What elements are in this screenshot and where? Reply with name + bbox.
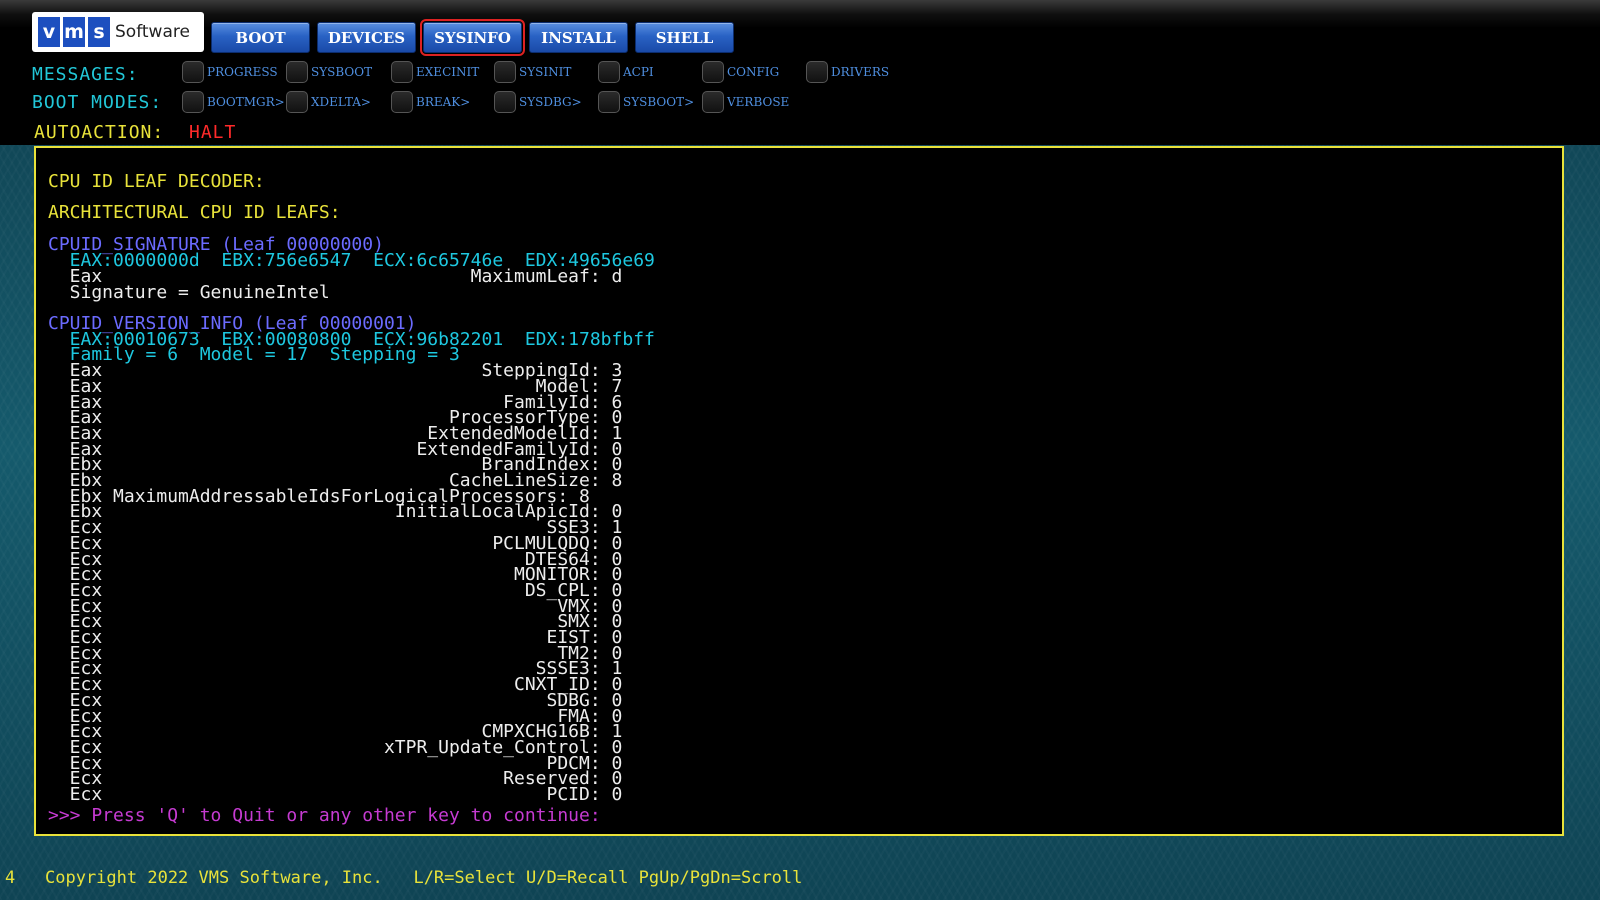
checkbox-box[interactable] — [702, 91, 724, 113]
checkbox-label: ACPI — [623, 65, 654, 79]
checkbox-box[interactable] — [702, 61, 724, 83]
messages-config-checkbox[interactable]: CONFIG — [702, 61, 779, 83]
shell-tab-button[interactable]: SHELL — [635, 22, 734, 53]
install-tab-button[interactable]: INSTALL — [529, 22, 628, 53]
checkbox-box[interactable] — [391, 91, 413, 113]
top-toolbar: v m s Software BOOT DEVICES SYSINFO INST… — [0, 0, 1600, 145]
checkbox-label: CONFIG — [727, 65, 780, 79]
console-line: Ecx PCID: 0 — [48, 784, 623, 805]
sysinfo-tab-button[interactable]: SYSINFO — [420, 19, 525, 56]
vms-software-logo: v m s Software — [32, 12, 204, 52]
logo-letter: s — [88, 17, 110, 47]
bootmode-verbose-checkbox[interactable]: VERBOSE — [702, 91, 789, 113]
messages-label: MESSAGES: — [32, 64, 139, 85]
checkbox-box[interactable] — [391, 61, 413, 83]
console-line: Signature = GenuineIntel — [48, 282, 330, 303]
bootmode-xdelta-checkbox[interactable]: XDELTA> — [286, 91, 371, 113]
logo-letter: v — [38, 17, 60, 47]
bootmode-bootmgr-checkbox[interactable]: BOOTMGR> — [182, 91, 285, 113]
bootmode-sysboot-checkbox[interactable]: SYSBOOT> — [598, 91, 694, 113]
checkbox-label: PROGRESS — [207, 65, 278, 79]
checkbox-box[interactable] — [286, 61, 308, 83]
checkbox-label: VERBOSE — [727, 95, 790, 109]
logo-wordmark: Software — [115, 22, 190, 42]
checkbox-box[interactable] — [598, 61, 620, 83]
autoaction-value[interactable]: HALT — [189, 122, 236, 143]
status-bar-text: Copyright 2022 VMS Software, Inc. L/R=Se… — [45, 868, 803, 888]
checkbox-box[interactable] — [806, 61, 828, 83]
checkbox-box[interactable] — [182, 61, 204, 83]
continue-prompt: >>> Press 'Q' to Quit or any other key t… — [48, 805, 601, 826]
messages-execinit-checkbox[interactable]: EXECINIT — [391, 61, 479, 83]
checkbox-box[interactable] — [182, 91, 204, 113]
logo-letter: m — [63, 17, 85, 47]
checkbox-box[interactable] — [494, 91, 516, 113]
checkbox-label: SYSBOOT> — [623, 95, 695, 109]
boot-modes-label: BOOT MODES: — [32, 92, 163, 113]
checkbox-label: BREAK> — [416, 95, 471, 109]
bootmode-sysdbg-checkbox[interactable]: SYSDBG> — [494, 91, 582, 113]
checkbox-box[interactable] — [598, 91, 620, 113]
messages-sysboot-checkbox[interactable]: SYSBOOT — [286, 61, 372, 83]
checkbox-label: SYSDBG> — [519, 95, 582, 109]
messages-progress-checkbox[interactable]: PROGRESS — [182, 61, 278, 83]
console-line: CPU ID LEAF DECODER: — [48, 171, 265, 192]
checkbox-label: EXECINIT — [416, 65, 480, 79]
checkbox-label: SYSINIT — [519, 65, 572, 79]
checkbox-box[interactable] — [494, 61, 516, 83]
checkbox-label: BOOTMGR> — [207, 95, 285, 109]
console-line: ARCHITECTURAL CPU ID LEAFS: — [48, 202, 341, 223]
devices-tab-button[interactable]: DEVICES — [317, 22, 416, 53]
boot-tab-button[interactable]: BOOT — [211, 22, 310, 53]
autoaction-label: AUTOACTION: — [34, 122, 165, 143]
checkbox-label: XDELTA> — [311, 95, 371, 109]
messages-sysinit-checkbox[interactable]: SYSINIT — [494, 61, 571, 83]
messages-drivers-checkbox[interactable]: DRIVERS — [806, 61, 889, 83]
messages-acpi-checkbox[interactable]: ACPI — [598, 61, 654, 83]
status-line-number: 4 — [5, 868, 16, 888]
checkbox-label: SYSBOOT — [311, 65, 373, 79]
checkbox-label: DRIVERS — [831, 65, 890, 79]
checkbox-box[interactable] — [286, 91, 308, 113]
bootmode-break-checkbox[interactable]: BREAK> — [391, 91, 470, 113]
console-output-panel[interactable]: CPU ID LEAF DECODER: ARCHITECTURAL CPU ID… — [34, 146, 1564, 836]
